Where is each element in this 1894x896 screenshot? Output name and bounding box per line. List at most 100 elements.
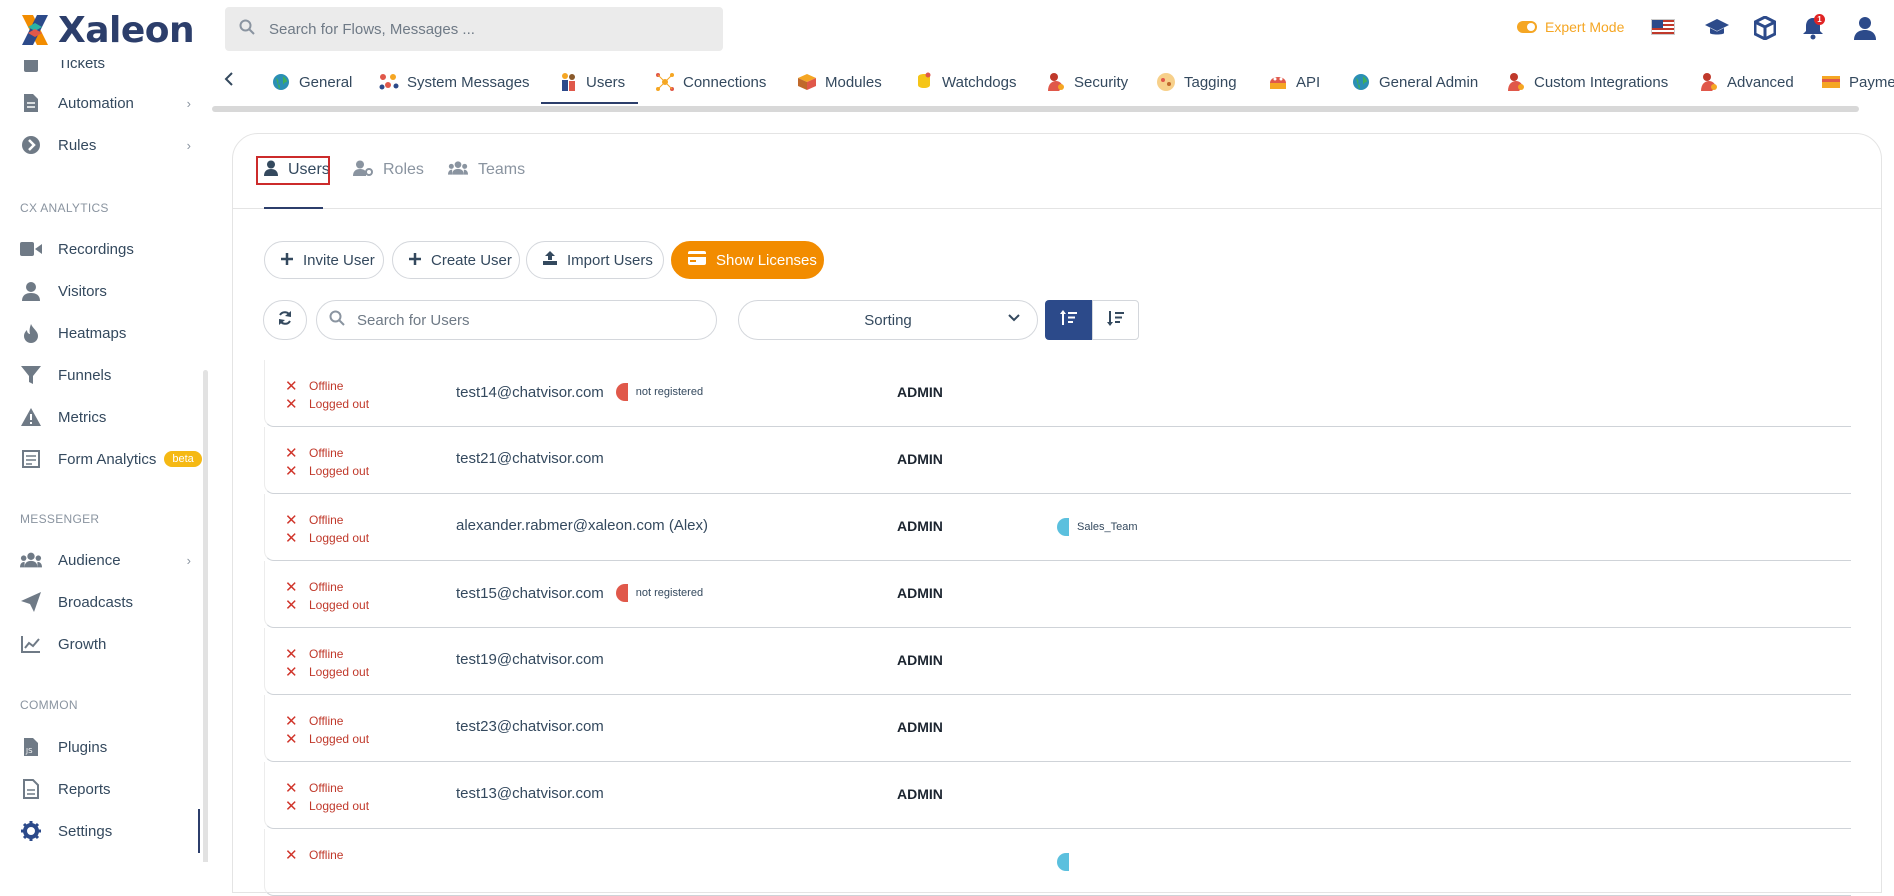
sidebar-item-recordings[interactable]: Recordings [20, 234, 205, 264]
sidebar-item-label: Rules [58, 136, 97, 154]
tab-advanced[interactable]: Advanced [1699, 67, 1794, 97]
expert-mode-toggle[interactable]: Expert Mode [1517, 19, 1624, 35]
user-row[interactable]: ✕ Offline ✕ Logged out test13@chatvisor.com A… [264, 762, 1851, 829]
user-email[interactable]: test23@chatvisor.com [456, 718, 604, 735]
tab-payment[interactable]: Payme [1821, 67, 1894, 97]
sorting-select[interactable]: Sorting [738, 300, 1038, 340]
sidebar-item-label: Heatmaps [58, 324, 127, 342]
user-email-text: test23@chatvisor.com [456, 718, 604, 735]
graduation-cap-icon[interactable] [1703, 14, 1731, 42]
section-label-common: COMMON [20, 698, 78, 712]
globe-icon [271, 72, 291, 92]
user-email[interactable]: test21@chatvisor.com [456, 450, 604, 467]
user-row[interactable]: ✕ Offline ✕ Logged out test21@chatvisor.com A… [264, 427, 1851, 494]
close-icon: ✕ [285, 579, 298, 596]
user-row[interactable]: ✕ Offline ✕ Logged out test19@chatvisor.com A… [264, 628, 1851, 695]
close-icon: ✕ [285, 445, 298, 462]
tab-label: Watchdogs [942, 73, 1017, 91]
sidebar-item-reports[interactable]: Reports [20, 774, 205, 804]
sort-descending-button[interactable] [1092, 300, 1139, 340]
user-role: ADMIN [897, 518, 943, 534]
user-row[interactable]: ✕ Offline ✕ Logged out test15@chatvisor.com n… [264, 561, 1851, 628]
flag-us-icon[interactable] [1651, 19, 1675, 35]
user-icon[interactable] [1851, 14, 1879, 42]
invite-user-label: Invite User [303, 251, 375, 269]
sidebar-item-metrics[interactable]: Metrics [20, 402, 205, 432]
tab-security[interactable]: Security [1046, 67, 1128, 97]
user-row[interactable]: ✕ Offline [264, 829, 1851, 896]
tabs-horizontal-scrollbar[interactable] [212, 106, 1859, 112]
user-email[interactable]: test13@chatvisor.com [456, 785, 604, 802]
sidebar-item-funnels[interactable]: Funnels [20, 360, 205, 390]
online-status-text: Offline [309, 580, 344, 594]
sidebar-active-indicator [198, 809, 200, 853]
subtab-teams[interactable]: Teams [448, 155, 525, 185]
show-licenses-button[interactable]: Show Licenses [671, 241, 824, 279]
sidebar-item-label: Funnels [58, 366, 112, 384]
user-row[interactable]: ✕ Offline ✕ Logged out test14@chatvisor.com n… [264, 360, 1851, 427]
subtab-roles[interactable]: Roles [353, 155, 424, 185]
user-email[interactable]: test19@chatvisor.com [456, 651, 604, 668]
login-status-text: Logged out [309, 464, 370, 478]
tab-general-admin[interactable]: General Admin [1351, 67, 1478, 97]
close-icon: ✕ [285, 378, 298, 395]
sort-ascending-button[interactable] [1045, 300, 1093, 340]
api-icon [1268, 72, 1288, 92]
user-row[interactable]: ✕ Offline ✕ Logged out test23@chatvisor.com A… [264, 695, 1851, 762]
chevron-left-icon[interactable] [224, 71, 234, 92]
warning-icon [20, 406, 42, 428]
payment-icon [1821, 72, 1841, 92]
online-status: ✕ Offline [285, 645, 343, 663]
global-search-input[interactable]: Search for Flows, Messages ... [225, 7, 723, 51]
cube-icon[interactable] [1751, 14, 1779, 42]
sidebar-item-broadcasts[interactable]: Broadcasts [20, 587, 205, 617]
users-icon [20, 549, 42, 571]
sidebar-item-plugins[interactable]: JS Plugins [20, 732, 205, 762]
gear-icon [20, 820, 42, 842]
sidebar-item-label: Automation [58, 94, 134, 112]
user-search-input[interactable]: Search for Users [316, 300, 717, 340]
tab-connections[interactable]: Connections [655, 67, 766, 97]
online-status: ✕ Offline [285, 444, 343, 462]
create-user-button[interactable]: Create User [392, 241, 520, 279]
import-users-button[interactable]: Import Users [526, 241, 664, 279]
tab-users[interactable]: Users [558, 67, 625, 97]
tab-general[interactable]: General [271, 67, 352, 97]
tab-tagging[interactable]: Tagging [1156, 67, 1237, 97]
credit-card-icon [688, 251, 706, 269]
sidebar-item-heatmaps[interactable]: Heatmaps [20, 318, 205, 348]
tab-label: Users [586, 73, 626, 91]
connections-icon [655, 72, 675, 92]
tab-label: Tagging [1184, 73, 1237, 91]
sidebar-item-visitors[interactable]: Visitors [20, 276, 205, 306]
sidebar-item-tickets[interactable]: Tickets [20, 60, 205, 78]
online-status: ✕ Offline [285, 377, 343, 395]
user-email[interactable]: test14@chatvisor.com not registered [456, 383, 703, 401]
login-status: ✕ Logged out [285, 596, 369, 614]
tab-api[interactable]: API [1268, 67, 1320, 97]
sidebar-item-automation[interactable]: Automation › [20, 88, 205, 118]
form-icon [20, 448, 42, 470]
tab-label: Custom Integrations [1534, 73, 1669, 91]
sidebar-item-audience[interactable]: Audience › [20, 545, 205, 575]
tab-system-messages[interactable]: System Messages [379, 67, 530, 97]
tab-custom-integrations[interactable]: Custom Integrations [1506, 67, 1668, 97]
user-email[interactable]: alexander.rabmer@xaleon.com (Alex) [456, 517, 708, 534]
invite-user-button[interactable]: Invite User [264, 241, 384, 279]
close-icon: ✕ [285, 396, 298, 413]
sidebar-item-growth[interactable]: Growth [20, 629, 205, 659]
sidebar-item-rules[interactable]: Rules › [20, 130, 205, 160]
tab-watchdogs[interactable]: Watchdogs [914, 67, 1016, 97]
sidebar-item-label: Settings [58, 822, 113, 840]
sidebar-item-settings[interactable]: Settings [20, 816, 205, 846]
user-email[interactable]: test15@chatvisor.com not registered [456, 584, 703, 602]
tab-modules[interactable]: Modules [797, 67, 882, 97]
search-icon [239, 19, 255, 40]
sidebar-scrollbar[interactable] [203, 370, 208, 862]
bell-icon[interactable]: 1 [1799, 14, 1827, 42]
refresh-button[interactable] [263, 300, 307, 340]
sidebar-item-form-analytics[interactable]: Form Analytics beta [20, 444, 205, 474]
user-icon [20, 280, 42, 302]
xaleon-logo[interactable]: Xaleon [18, 10, 195, 51]
user-row[interactable]: ✕ Offline ✕ Logged out alexander.rabmer@xale… [264, 494, 1851, 561]
